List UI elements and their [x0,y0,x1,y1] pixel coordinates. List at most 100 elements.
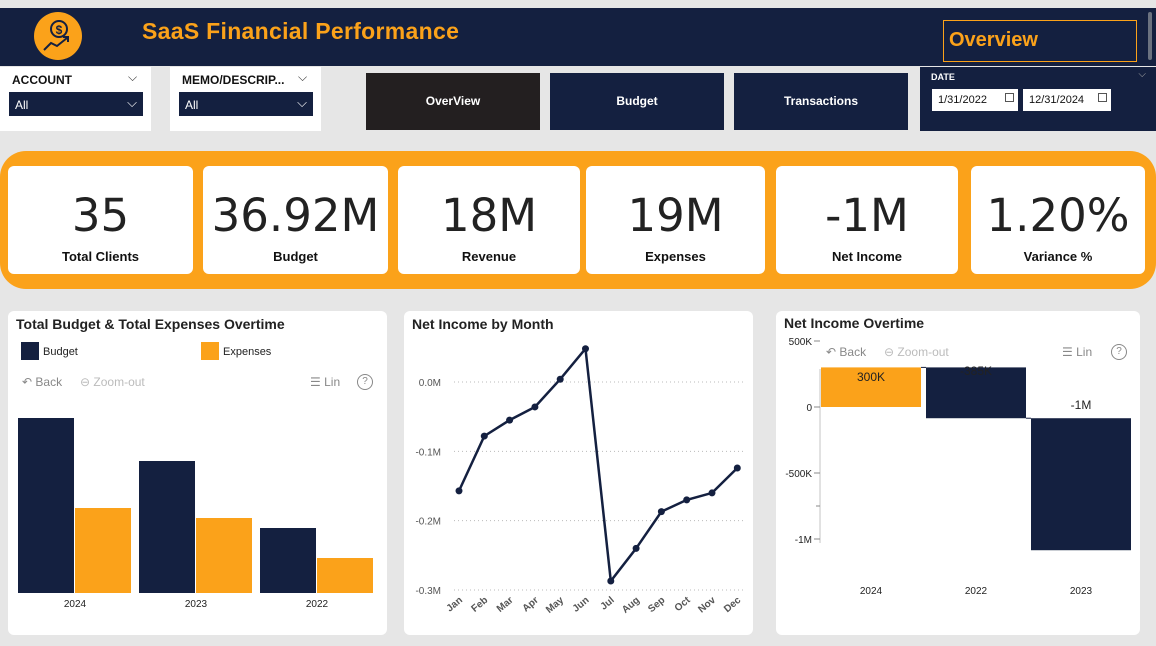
x-tick-label: Jul [599,595,617,613]
data-point-jul [607,577,615,585]
kpi-value: 35 [71,189,130,242]
waterfall-bar-2023 [1031,418,1131,551]
page-title: SaaS Financial Performance [142,18,460,44]
y-tick-label: -0.2M [415,517,441,528]
scrollbar[interactable] [1148,12,1152,60]
zoom-out-button[interactable]: ⊖ Zoom-out [80,375,145,389]
net-income-overtime-card: Net Income Overtime ↶ Back ⊖ Zoom-out ☰ … [776,311,1140,635]
help-icon[interactable]: ? [357,374,373,390]
y-tick-label: -0.3M [415,586,441,597]
kpi-value: -1M [825,189,909,242]
y-tick-label: -1M [795,535,812,546]
date-slicer-label: DATE [931,72,955,82]
kpi-value: 36.92M [211,189,380,242]
budget-nav-button[interactable]: Budget [550,73,724,130]
data-point-apr [531,403,539,411]
zoom-out-icon: ⊖ [80,375,91,389]
finance-logo-icon: $ [34,12,82,60]
kpi-label: Total Clients [61,249,140,264]
x-tick-label: Oct [673,594,693,614]
chevron-down-icon: ⌵ [127,95,137,110]
legend-label-budget: Budget [43,346,78,358]
y-tick-label: -0.1M [415,447,441,458]
net-income-waterfall-chart: 500K 0 -500K -1M 2024 300K 2022 -385K 2023 -1M [785,337,1131,597]
net-income-line-chart: 0.0M -0.1M -0.2M -0.3M Jan Feb Mar Apr May Jun Jul… [415,345,744,616]
kpi-label: Variance % [1023,249,1093,264]
bar-expenses-2023 [196,518,252,593]
end-date-input[interactable]: 12/31/2024 [1023,89,1111,111]
data-point-may [556,375,564,383]
kpi-label: Budget [273,249,318,264]
data-label: -1M [1071,398,1092,412]
data-point-mar [506,416,514,424]
chevron-down-icon[interactable]: ⌵ [298,70,307,85]
transactions-nav-button[interactable]: Transactions [734,73,908,130]
start-date-value: 1/31/2022 [938,94,987,106]
back-arrow-icon: ↶ [22,375,33,389]
list-icon: ☰ [310,375,321,389]
data-point-nov [708,489,716,497]
data-point-dec [733,464,741,472]
kpi-card-net-income: -1M Net Income [776,166,958,274]
x-tick-label: Mar [495,595,516,615]
account-dropdown-value: All [15,98,29,112]
chevron-down-icon[interactable]: ⌵ [1138,69,1146,80]
x-tick-label: Nov [696,595,718,616]
calendar-icon[interactable] [1005,93,1014,102]
kpi-value: 19M [627,189,724,242]
x-tick-label: Apr [521,595,541,615]
net-income-month-card: Net Income by Month 0.0M -0.1M -0.2M -0.3M J… [404,311,753,635]
kpi-value: 1.20% [986,189,1130,242]
kpi-card-expenses: 19M Expenses [586,166,765,274]
memo-dropdown[interactable]: All ⌵ [179,92,313,116]
x-tick-label: Dec [722,595,743,616]
x-tick-label: Jun [571,595,592,615]
budget-expenses-bar-chart: 2024 2023 2022 [18,418,373,610]
kpi-card-budget: 36.92M Budget [203,166,388,274]
start-date-input[interactable]: 1/31/2022 [932,89,1018,111]
x-tick-label: Sep [646,595,667,615]
x-tick-label: 2023 [1070,586,1093,597]
x-tick-label: Jan [445,595,465,615]
legend-swatch-budget [21,342,39,360]
kpi-card-total-clients: 35 Total Clients [8,166,193,274]
y-tick-label: 0.0M [419,378,441,389]
kpi-card-revenue: 18M Revenue [398,166,580,274]
data-point-aug [632,544,640,552]
x-tick-label: Feb [470,595,491,615]
lin-toggle[interactable]: ☰ Lin [310,375,340,389]
data-point-sep [657,508,665,516]
y-tick-label: 500K [789,337,813,348]
data-point-oct [683,496,691,504]
memo-slicer: MEMO/DESCRIP... ⌵ All ⌵ [170,67,321,131]
data-label: -385K [960,364,992,378]
bar-budget-2023 [139,461,195,593]
zoom-out-label: Zoom-out [93,375,145,389]
budget-expenses-chart-card: Total Budget & Total Expenses Overtime B… [8,311,387,635]
data-point-jan [455,487,463,495]
account-slicer-label: ACCOUNT [12,73,72,87]
x-tick-label: 2024 [860,586,883,597]
bar-expenses-2024 [75,508,131,593]
x-tick-label: 2024 [64,599,87,610]
date-slicer: DATE ⌵ 1/31/2022 12/31/2024 [920,67,1156,131]
overview-nav-button[interactable]: OverView [366,73,540,130]
back-button[interactable]: ↶ Back [22,375,62,389]
memo-slicer-label: MEMO/DESCRIP... [182,73,285,87]
bar-budget-2024 [18,418,74,593]
lin-label: Lin [324,375,341,389]
y-tick-label: 0 [806,403,812,414]
x-tick-label: 2023 [185,599,208,610]
data-point-jun [582,345,589,353]
chart-title: Total Budget & Total Expenses Overtime [16,316,285,332]
legend-swatch-expenses [201,342,219,360]
calendar-icon[interactable] [1098,93,1107,102]
y-tick-label: -500K [785,469,812,480]
kpi-label: Revenue [461,249,517,264]
kpi-value: 18M [440,189,538,242]
chevron-down-icon[interactable]: ⌵ [128,70,137,85]
account-dropdown[interactable]: All ⌵ [9,92,143,116]
end-date-value: 12/31/2024 [1029,94,1085,106]
bar-budget-2022 [260,528,316,593]
memo-dropdown-value: All [185,98,199,112]
